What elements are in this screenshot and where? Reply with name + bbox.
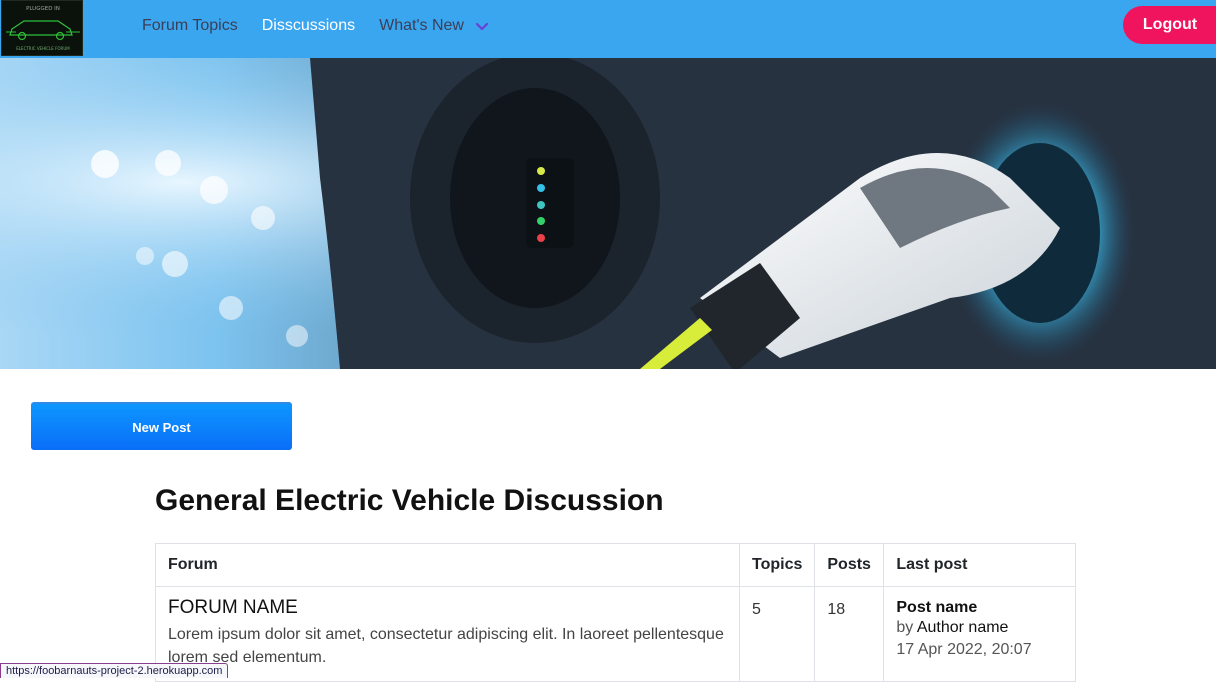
svg-text:PLUGGED IN: PLUGGED IN	[26, 6, 60, 12]
nav-discussions[interactable]: Disscussions	[262, 17, 355, 35]
forum-description: Lorem ipsum dolor sit amet, consectetur …	[168, 626, 724, 666]
last-post-title-link[interactable]: Post name	[896, 599, 1063, 617]
posts-count: 18	[814, 586, 885, 682]
topics-count: 5	[738, 586, 816, 682]
logout-button[interactable]: Logout	[1123, 6, 1216, 44]
main-nav: Forum Topics Disscussions What's New	[142, 0, 490, 52]
last-post-author-link[interactable]: Author name	[917, 619, 1009, 636]
header-last-post: Last post	[883, 543, 1076, 587]
hero-banner-image	[0, 58, 1216, 369]
chevron-down-icon[interactable]	[474, 18, 490, 34]
by-label: by	[896, 619, 914, 636]
header-topics: Topics	[738, 543, 816, 587]
nav-forum-topics[interactable]: Forum Topics	[142, 17, 238, 35]
table-row: FORUM NAME Lorem ipsum dolor sit amet, c…	[155, 586, 1076, 682]
top-navbar: PLUGGED IN ELECTRIC VEHICLE FORUM Forum …	[0, 0, 1216, 58]
status-bar-url: https://foobarnauts-project-2.herokuapp.…	[0, 663, 229, 678]
last-post-date: 17 Apr 2022, 20:07	[896, 641, 1032, 658]
header-posts: Posts	[814, 543, 885, 587]
forum-name-link[interactable]: FORUM NAME	[168, 597, 727, 619]
forum-table: Forum Topics Posts Last post FORUM NAME …	[155, 543, 1076, 682]
header-forum: Forum	[155, 543, 740, 587]
new-post-button[interactable]: New Post	[31, 402, 292, 450]
nav-whats-new[interactable]: What's New	[379, 17, 464, 35]
nav-whats-new-dropdown[interactable]: What's New	[379, 17, 490, 35]
forum-cell: FORUM NAME Lorem ipsum dolor sit amet, c…	[155, 586, 740, 682]
last-post-author-line: by Author name	[896, 619, 1063, 637]
svg-text:ELECTRIC VEHICLE FORUM: ELECTRIC VEHICLE FORUM	[16, 46, 70, 51]
last-post-cell: Post name by Author name 17 Apr 2022, 20…	[883, 586, 1076, 682]
site-logo[interactable]: PLUGGED IN ELECTRIC VEHICLE FORUM	[1, 0, 83, 56]
page-title: General Electric Vehicle Discussion	[155, 484, 664, 517]
table-header-row: Forum Topics Posts Last post	[155, 543, 1076, 587]
